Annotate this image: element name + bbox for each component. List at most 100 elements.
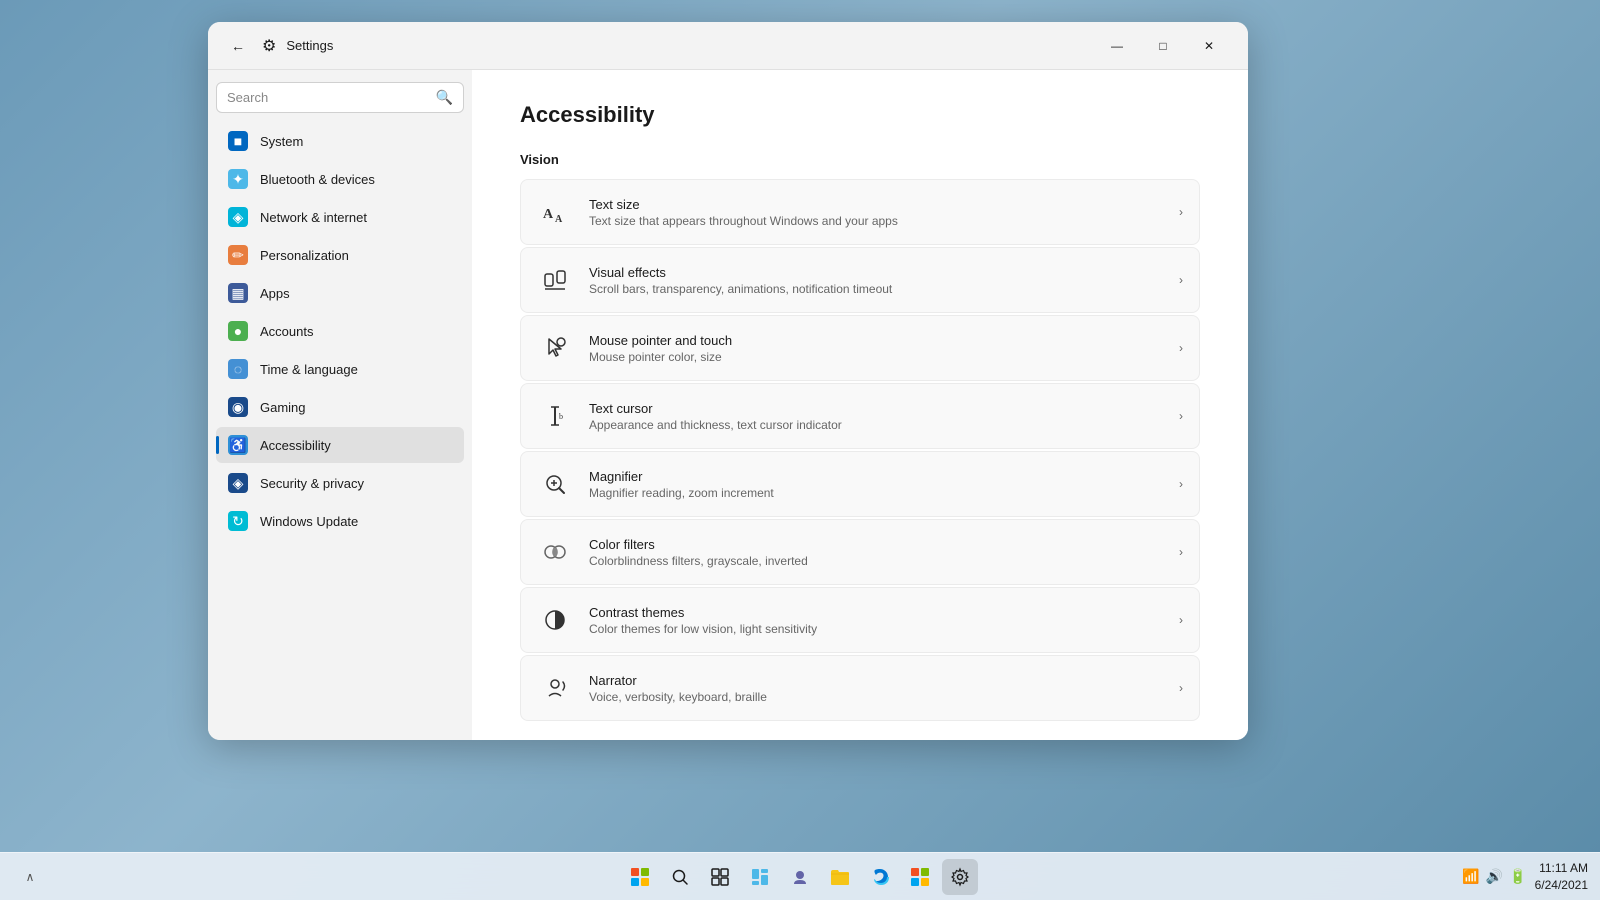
text-size-desc: Text size that appears throughout Window… [589, 214, 1163, 228]
chevron-icon: › [1179, 205, 1183, 219]
narrator-desc: Voice, verbosity, keyboard, braille [589, 690, 1163, 704]
taskbar-explorer-button[interactable] [822, 859, 858, 895]
window-body: 🔍 ■ System ✦ Bluetooth & devices ◈ Netwo… [208, 70, 1248, 740]
settings-item-mouse-pointer[interactable]: Mouse pointer and touch Mouse pointer co… [520, 315, 1200, 381]
taskbar-widgets-button[interactable] [742, 859, 778, 895]
svg-text:b: b [559, 412, 563, 421]
back-button[interactable]: ← [224, 32, 252, 60]
settings-item-magnifier[interactable]: Magnifier Magnifier reading, zoom increm… [520, 451, 1200, 517]
network-icon: ◈ [228, 207, 248, 227]
text-cursor-title: Text cursor [589, 401, 1163, 416]
color-filters-desc: Colorblindness filters, grayscale, inver… [589, 554, 1163, 568]
sidebar-item-security[interactable]: ◈ Security & privacy [216, 465, 464, 501]
taskbar-left: ∧ [12, 859, 48, 895]
magnifier-desc: Magnifier reading, zoom increment [589, 486, 1163, 500]
main-content: Accessibility Vision A A Text size Text … [472, 70, 1248, 740]
update-icon: ↻ [228, 511, 248, 531]
section-vision-label: Vision [520, 152, 1200, 167]
chevron-icon: › [1179, 273, 1183, 287]
settings-item-narrator[interactable]: Narrator Voice, verbosity, keyboard, bra… [520, 655, 1200, 721]
sidebar-item-update[interactable]: ↻ Windows Update [216, 503, 464, 539]
page-title: Accessibility [520, 102, 1200, 128]
security-icon: ◈ [228, 473, 248, 493]
contrast-themes-icon [537, 602, 573, 638]
sidebar-item-label: Network & internet [260, 210, 367, 225]
sidebar-item-label: Accessibility [260, 438, 331, 453]
search-icon: 🔍 [436, 89, 453, 106]
maximize-button[interactable]: □ [1140, 30, 1186, 62]
sidebar-item-gaming[interactable]: ◉ Gaming [216, 389, 464, 425]
text-size-text: Text size Text size that appears through… [589, 197, 1163, 228]
search-input[interactable] [227, 90, 428, 105]
chevron-icon: › [1179, 545, 1183, 559]
gaming-icon: ◉ [228, 397, 248, 417]
color-filters-title: Color filters [589, 537, 1163, 552]
taskbar-taskview-button[interactable] [702, 859, 738, 895]
sidebar-item-label: Time & language [260, 362, 358, 377]
system-tray: 📶 🔊 🔋 [1462, 868, 1526, 885]
taskbar-chevron-button[interactable]: ∧ [12, 859, 48, 895]
sidebar-item-label: Apps [260, 286, 290, 301]
volume-icon: 🔊 [1486, 868, 1503, 885]
svg-text:A: A [555, 214, 563, 225]
sidebar-item-accessibility[interactable]: ♿ Accessibility [216, 427, 464, 463]
visual-effects-icon [537, 262, 573, 298]
sidebar-item-label: Security & privacy [260, 476, 364, 491]
text-cursor-desc: Appearance and thickness, text cursor in… [589, 418, 1163, 432]
clock-date: 6/24/2021 [1535, 877, 1588, 894]
settings-gear-icon: ⚙ [262, 36, 276, 56]
magnifier-text: Magnifier Magnifier reading, zoom increm… [589, 469, 1163, 500]
sidebar-item-label: Personalization [260, 248, 349, 263]
visual-effects-text: Visual effects Scroll bars, transparency… [589, 265, 1163, 296]
magnifier-icon [537, 466, 573, 502]
settings-item-color-filters[interactable]: Color filters Colorblindness filters, gr… [520, 519, 1200, 585]
clock-time: 11:11 AM [1535, 860, 1588, 877]
sidebar-item-time[interactable]: ◌ Time & language [216, 351, 464, 387]
sidebar-item-system[interactable]: ■ System [216, 123, 464, 159]
taskbar: ∧ [0, 852, 1600, 900]
apps-icon: ▦ [228, 283, 248, 303]
taskbar-store-button[interactable] [902, 859, 938, 895]
settings-item-contrast-themes[interactable]: Contrast themes Color themes for low vis… [520, 587, 1200, 653]
narrator-icon [537, 670, 573, 706]
contrast-themes-title: Contrast themes [589, 605, 1163, 620]
sidebar-item-apps[interactable]: ▦ Apps [216, 275, 464, 311]
taskbar-chat-button[interactable] [782, 859, 818, 895]
chevron-icon: › [1179, 477, 1183, 491]
battery-icon: 🔋 [1509, 868, 1526, 885]
window-controls: — □ ✕ [1094, 30, 1232, 62]
titlebar: ← ⚙ Settings — □ ✕ [208, 22, 1248, 70]
sidebar-item-network[interactable]: ◈ Network & internet [216, 199, 464, 235]
mouse-pointer-icon [537, 330, 573, 366]
settings-item-text-cursor[interactable]: b Text cursor Appearance and thickness, … [520, 383, 1200, 449]
taskbar-edge-button[interactable] [862, 859, 898, 895]
color-filters-icon [537, 534, 573, 570]
taskbar-search-button[interactable] [662, 859, 698, 895]
chevron-icon: › [1179, 613, 1183, 627]
sidebar-item-personalization[interactable]: ✏ Personalization [216, 237, 464, 273]
settings-item-text-size[interactable]: A A Text size Text size that appears thr… [520, 179, 1200, 245]
time-icon: ◌ [228, 359, 248, 379]
settings-item-visual-effects[interactable]: Visual effects Scroll bars, transparency… [520, 247, 1200, 313]
bluetooth-icon: ✦ [228, 169, 248, 189]
sidebar-item-bluetooth[interactable]: ✦ Bluetooth & devices [216, 161, 464, 197]
close-button[interactable]: ✕ [1186, 30, 1232, 62]
search-box[interactable]: 🔍 [216, 82, 464, 113]
text-size-icon: A A [537, 194, 573, 230]
minimize-button[interactable]: — [1094, 30, 1140, 62]
start-button[interactable] [622, 859, 658, 895]
text-cursor-icon: b [537, 398, 573, 434]
taskbar-clock[interactable]: 11:11 AM 6/24/2021 [1535, 860, 1588, 894]
contrast-themes-text: Contrast themes Color themes for low vis… [589, 605, 1163, 636]
contrast-themes-desc: Color themes for low vision, light sensi… [589, 622, 1163, 636]
sidebar-item-accounts[interactable]: ● Accounts [216, 313, 464, 349]
taskbar-settings-button[interactable] [942, 859, 978, 895]
sidebar-item-label: System [260, 134, 303, 149]
mouse-pointer-desc: Mouse pointer color, size [589, 350, 1163, 364]
visual-effects-desc: Scroll bars, transparency, animations, n… [589, 282, 1163, 296]
sidebar-item-label: Gaming [260, 400, 306, 415]
chevron-icon: › [1179, 681, 1183, 695]
sidebar-item-label: Accounts [260, 324, 313, 339]
text-size-title: Text size [589, 197, 1163, 212]
sidebar-item-label: Windows Update [260, 514, 358, 529]
